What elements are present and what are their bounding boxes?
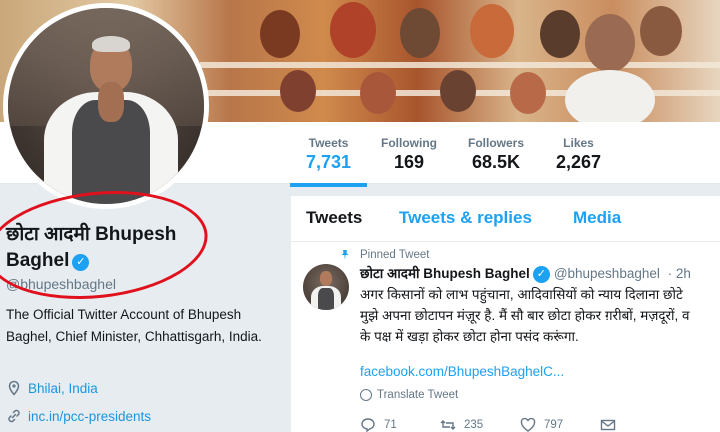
banner-figure (260, 10, 300, 58)
retweet-button[interactable]: 235 (440, 418, 520, 432)
retweet-icon (440, 420, 456, 430)
nav-following[interactable]: Following 169 (381, 136, 437, 173)
location-text[interactable]: Bhilai, India (28, 381, 98, 396)
tab-tweets-replies[interactable]: Tweets & replies (399, 208, 532, 228)
tweet-author-avatar[interactable] (303, 264, 349, 310)
nav-followers-count: 68.5K (471, 152, 521, 172)
avatar-folded-hands (98, 82, 124, 122)
timeline-tabs: Tweets Tweets & replies Media (291, 196, 720, 242)
translate-label: Translate Tweet (377, 389, 459, 401)
banner-figure (280, 70, 316, 112)
reply-count: 71 (384, 419, 397, 431)
banner-figure (470, 4, 514, 58)
banner-figure (330, 2, 376, 58)
avatar-hair (92, 36, 130, 52)
nav-likes-label: Likes (563, 136, 594, 150)
pinned-label: Pinned Tweet (360, 249, 430, 261)
profile-name-line1: छोटा आदमी Bhupesh (6, 224, 177, 245)
profile-name-line2: Baghel (6, 250, 70, 271)
nav-followers-label: Followers (468, 136, 525, 150)
profile-location: Bhilai, India (6, 380, 98, 396)
banner-stripe (200, 62, 720, 68)
like-button[interactable]: 797 (520, 418, 600, 432)
tweet-link[interactable]: facebook.com/BhupeshBaghelC... (360, 364, 564, 379)
profile-handle[interactable]: @bhupeshbaghel (6, 276, 116, 292)
message-button[interactable] (600, 418, 680, 432)
banner-figure (540, 10, 580, 58)
banner-figure (360, 72, 396, 114)
tweet-actions: 71 235 797 (360, 418, 680, 432)
retweet-count: 235 (464, 419, 484, 431)
profile-sidebar: छोटा आदमी Bhupesh Baghel ✓ @bhupeshbaghel… (0, 180, 282, 432)
like-count: 797 (544, 419, 564, 431)
globe-icon (360, 389, 372, 401)
nav-tweets-count: 7,731 (306, 152, 352, 172)
tab-tweets[interactable]: Tweets (306, 208, 362, 228)
reply-icon (361, 418, 375, 432)
banner-figure (565, 70, 655, 122)
tweet-timestamp[interactable]: · 2h (668, 266, 691, 281)
avatar-photo (8, 8, 204, 204)
location-pin-icon (8, 380, 20, 396)
heart-icon (520, 418, 536, 432)
banner-figure (585, 14, 635, 72)
tweet-text-line: मुझे अपना छोटापन मंज़ूर है. मैं सौ बार छ… (360, 308, 690, 323)
nav-likes-count: 2,267 (556, 152, 602, 172)
banner-figure (400, 8, 440, 58)
tweet-author-handle[interactable]: @bhupeshbaghel (554, 266, 660, 281)
nav-tweets-label: Tweets (308, 136, 349, 150)
reply-button[interactable]: 71 (360, 418, 440, 432)
profile-avatar[interactable] (3, 3, 209, 209)
tweet-text-line: के पक्ष में खड़ा होकर छोटा होना पसंद करू… (360, 329, 579, 344)
tweet-avatar-vest (318, 288, 334, 310)
nav-tweets[interactable]: Tweets 7,731 (289, 136, 368, 187)
nav-followers[interactable]: Followers 68.5K (468, 136, 524, 173)
website-link[interactable]: inc.in/pcc-presidents (28, 409, 151, 424)
banner-figure (640, 6, 682, 56)
nav-following-count: 169 (393, 152, 425, 172)
profile-website: inc.in/pcc-presidents (6, 408, 151, 424)
tweet-text-line: अगर किसानों को लाभ पहुंचाना, आदिवासियों … (360, 287, 683, 302)
profile-name[interactable]: छोटा आदमी Bhupesh Baghel ✓ (6, 222, 206, 274)
translate-tweet-button[interactable]: Translate Tweet (360, 389, 458, 401)
nav-likes[interactable]: Likes 2,267 (556, 136, 601, 173)
timeline: Tweets Tweets & replies Media Pinned Twe… (291, 196, 720, 432)
link-icon (8, 409, 20, 423)
nav-following-label: Following (381, 136, 437, 150)
verified-badge-icon: ✓ (72, 254, 90, 271)
tweet-text: अगर किसानों को लाभ पहुंचाना, आदिवासियों … (360, 284, 720, 347)
envelope-icon (600, 419, 616, 431)
tweet-author-name[interactable]: छोटा आदमी Bhupesh Baghel (360, 266, 530, 281)
banner-figure (440, 70, 476, 112)
profile-bio: The Official Twitter Account of Bhupesh … (6, 307, 262, 344)
tweet-header: छोटा आदमी Bhupesh Baghel ✓ @bhupeshbaghel … (360, 264, 691, 283)
banner-figure (510, 72, 546, 114)
pin-icon (341, 250, 349, 260)
pinned-tweet[interactable]: Pinned Tweet छोटा आदमी Bhupesh Baghel ✓ @b… (291, 242, 720, 432)
tweet-avatar-head (320, 271, 332, 286)
verified-badge-icon: ✓ (532, 266, 550, 283)
tab-media[interactable]: Media (573, 208, 621, 228)
